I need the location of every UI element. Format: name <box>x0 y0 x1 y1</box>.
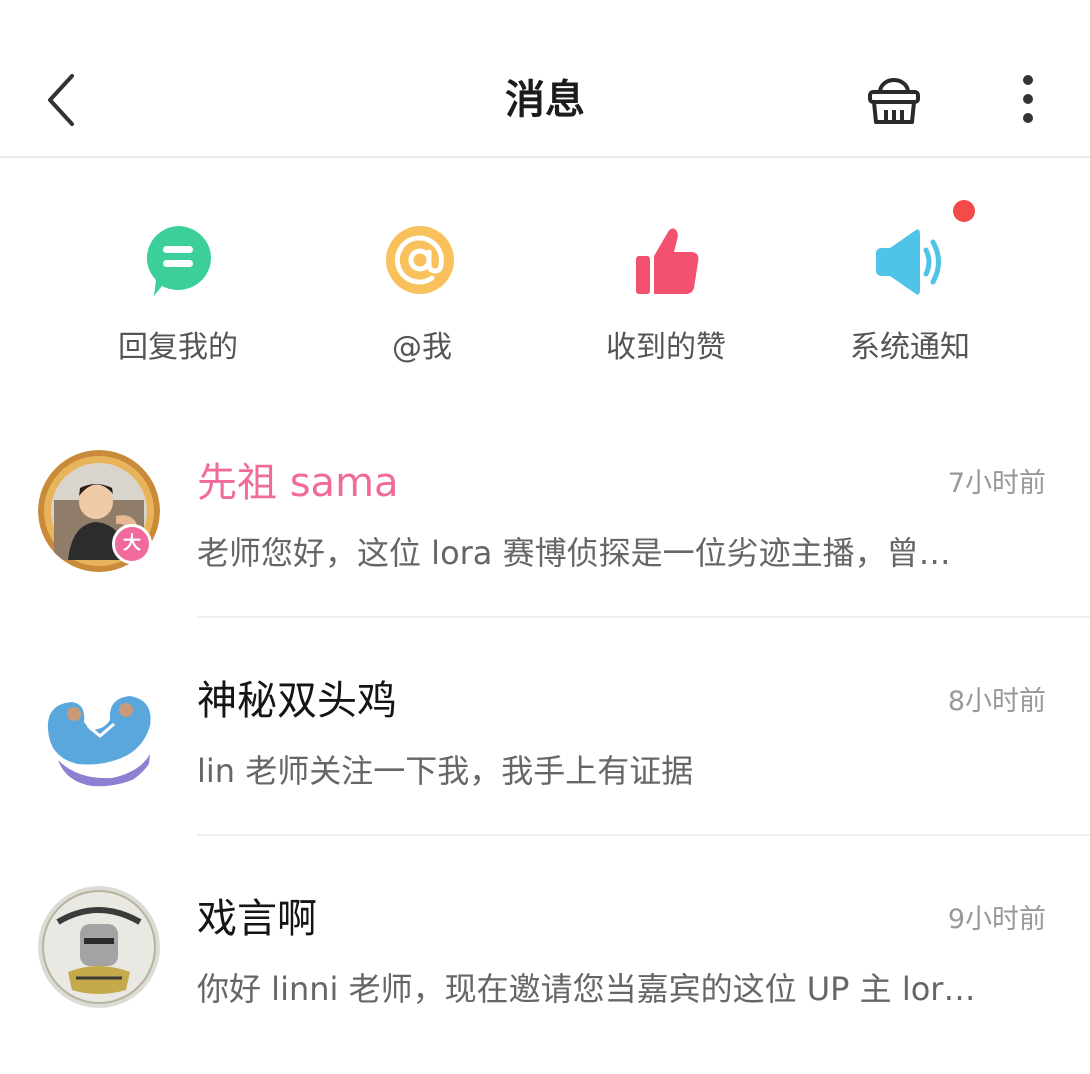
more-vertical-icon <box>1023 75 1033 123</box>
message-preview: lin 老师关注一下我，我手上有证据 <box>197 752 694 790</box>
avatar[interactable] <box>38 886 160 1008</box>
message-time: 8小时前 <box>947 686 1046 717</box>
message-time: 7小时前 <box>947 468 1046 499</box>
quick-action-system[interactable]: 系统通知 <box>810 222 1010 382</box>
level-badge: 大 <box>112 524 152 564</box>
quick-action-reply[interactable]: 回复我的 <box>78 222 278 382</box>
header-bar: 消息 <box>0 0 1090 158</box>
reply-bubble-icon <box>140 222 216 302</box>
row-divider <box>197 616 1090 618</box>
quick-action-label: 系统通知 <box>850 330 970 365</box>
sender-name: 神秘双头鸡 <box>197 678 397 724</box>
sender-name: 戏言啊 <box>197 896 317 942</box>
more-button[interactable] <box>1008 70 1048 130</box>
thumbs-up-icon <box>628 222 704 302</box>
quick-action-label: 回复我的 <box>118 330 238 365</box>
basket-icon <box>868 78 920 124</box>
quick-action-likes[interactable]: 收到的赞 <box>566 222 766 382</box>
sender-name: 先祖 sama <box>197 460 399 506</box>
message-row[interactable]: 大 先祖 sama 7小时前 老师您好，这位 lora 赛博侦探是一位劣迹主播，… <box>0 420 1090 638</box>
quick-action-at-me[interactable]: @我 <box>322 222 522 382</box>
message-preview: 老师您好，这位 lora 赛博侦探是一位劣迹主播，曾… <box>197 534 951 572</box>
message-row[interactable]: 戏言啊 9小时前 你好 linni 老师，现在邀请您当嘉宾的这位 UP 主 lo… <box>0 856 1090 1074</box>
message-row[interactable]: 神秘双头鸡 8小时前 lin 老师关注一下我，我手上有证据 <box>0 638 1090 856</box>
message-preview: 你好 linni 老师，现在邀请您当嘉宾的这位 UP 主 lor… <box>197 970 976 1008</box>
quick-action-label: 收到的赞 <box>606 330 726 365</box>
row-divider <box>197 834 1090 836</box>
unread-dot <box>953 200 975 222</box>
clean-button[interactable] <box>862 70 926 130</box>
quick-action-label: @我 <box>392 330 452 365</box>
at-icon <box>384 222 460 302</box>
page-title: 消息 <box>505 77 585 123</box>
avatar[interactable] <box>38 668 160 790</box>
speaker-icon <box>872 222 948 302</box>
message-time: 9小时前 <box>947 904 1046 935</box>
